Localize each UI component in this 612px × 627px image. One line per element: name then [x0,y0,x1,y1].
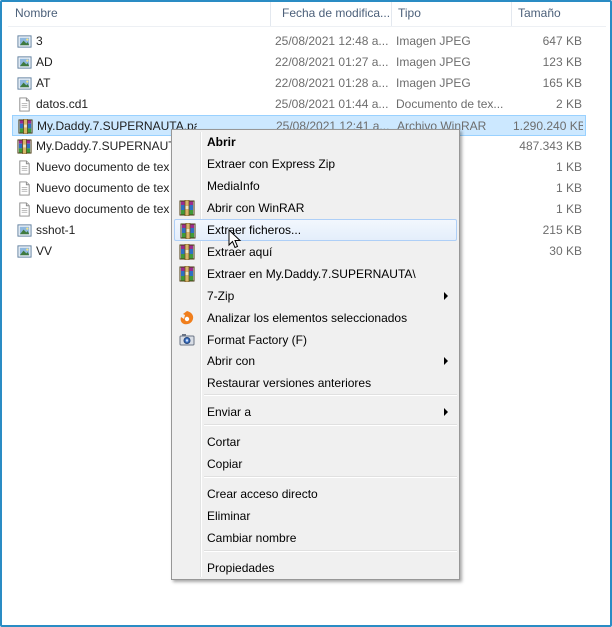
file-row[interactable]: datos.cd1 25/08/2021 01:44 a... Documento … [12,94,586,115]
file-date: 22/08/2021 01:28 a... [275,76,389,90]
file-row[interactable]: AD 22/08/2021 01:27 a... Imagen JPEG 123 KB [12,52,586,73]
file-name: AT [36,76,51,90]
winrar-file-icon [18,118,33,135]
menu-item-extraer-aqui[interactable]: Extraer aquí [174,241,457,263]
menu-item-label: Extraer en My.Daddy.7.SUPERNAUTA\ [207,267,416,281]
menu-item-label: Cambiar nombre [207,531,297,545]
file-size: 1.290.240 KB [513,119,583,133]
menu-item-copiar[interactable]: Copiar [174,453,457,475]
column-date-header[interactable]: Fecha de modifica... [275,0,391,26]
column-header: Nombre Fecha de modifica... Tipo Tamaño [8,0,606,27]
file-size: 165 KB [542,76,582,90]
menu-separator [204,476,457,478]
menu-item-7-zip[interactable]: 7-Zip [174,285,457,307]
menu-item-abrir[interactable]: Abrir [174,131,457,153]
image-file-icon [17,244,32,259]
file-name: 3 [36,34,43,48]
menu-item-abrir-con[interactable]: Abrir con [174,350,457,372]
image-file-icon [17,223,32,238]
menu-separator [204,394,457,396]
avast-icon [179,310,195,326]
menu-item-enviar-a[interactable]: Enviar a [174,401,457,423]
text-file-icon [17,181,32,196]
menu-item-format-factory-f[interactable]: Format Factory (F) [174,329,457,351]
menu-item-cambiar-nombre[interactable]: Cambiar nombre [174,527,457,549]
submenu-arrow-icon [444,408,448,416]
file-type: Imagen JPEG [396,55,471,69]
menu-item-label: Crear acceso directo [207,487,318,501]
menu-item-eliminar[interactable]: Eliminar [174,505,457,527]
winrar-icon [179,199,195,217]
menu-item-label: Copiar [207,457,243,471]
file-type: Documento de tex... [396,97,504,111]
menu-item-label: Restaurar versiones anteriores [207,376,372,390]
winrar-file-icon [17,138,32,155]
file-date: 25/08/2021 01:44 a... [275,97,389,111]
file-type: Imagen JPEG [396,76,471,90]
file-size: 1 KB [555,202,582,216]
menu-item-abrir-con-winrar[interactable]: Abrir con WinRAR [174,197,457,219]
context-menu: Abrir Extraer con Express Zip MediaInfo Ab… [171,129,460,580]
image-file-icon [17,34,32,49]
menu-item-analizar-los-elementos-seleccionados[interactable]: Analizar los elementos seleccionados [174,307,457,329]
column-divider[interactable] [270,0,271,26]
menu-item-extraer-ficheros[interactable]: Extraer ficheros... [174,219,457,241]
image-file-icon [17,76,32,91]
mouse-cursor-icon [228,229,242,249]
winrar-icon [179,265,195,283]
menu-item-label: Extraer ficheros... [207,223,302,237]
menu-item-extraer-en-my-daddy-7-supernauta[interactable]: Extraer en My.Daddy.7.SUPERNAUTA\ [174,263,457,285]
menu-item-label: Abrir con [207,354,256,368]
file-type: Imagen JPEG [396,34,471,48]
image-file-icon [17,55,32,70]
menu-item-mediainfo[interactable]: MediaInfo [174,175,457,197]
menu-item-label: MediaInfo [207,179,260,193]
menu-item-restaurar-versiones-anteriores[interactable]: Restaurar versiones anteriores [174,372,457,394]
menu-item-label: Abrir [207,135,236,149]
menu-item-propiedades[interactable]: Propiedades [174,557,457,579]
column-type-header[interactable]: Tipo [391,0,511,26]
file-size: 2 KB [555,97,582,111]
file-size: 487.343 KB [519,139,582,153]
column-size-header[interactable]: Tamaño [511,0,601,26]
submenu-arrow-icon [444,357,448,365]
file-size: 215 KB [542,223,582,237]
menu-item-label: Extraer con Express Zip [207,157,336,171]
menu-item-label: Analizar los elementos seleccionados [207,311,408,325]
format-factory-icon [179,332,195,348]
text-file-icon [17,202,32,217]
winrar-icon [180,222,196,240]
menu-item-cortar[interactable]: Cortar [174,431,457,453]
file-date: 22/08/2021 01:27 a... [275,55,389,69]
menu-item-label: Eliminar [207,509,251,523]
menu-separator [204,550,457,552]
submenu-arrow-icon [444,292,448,300]
menu-item-label: Propiedades [207,561,275,575]
file-size: 1 KB [555,160,582,174]
menu-item-label: Enviar a [207,405,252,419]
file-name: AD [36,55,53,69]
file-size: 123 KB [542,55,582,69]
menu-item-extraer-con-express-zip[interactable]: Extraer con Express Zip [174,153,457,175]
menu-separator [204,424,457,426]
menu-item-label: Abrir con WinRAR [207,201,305,215]
text-file-icon [17,160,32,175]
file-name: datos.cd1 [36,97,89,111]
winrar-icon [179,243,195,261]
menu-item-crear-acceso-directo[interactable]: Crear acceso directo [174,483,457,505]
column-name-header[interactable]: Nombre [8,0,270,26]
file-row[interactable]: 3 25/08/2021 12:48 a... Imagen JPEG 647 KB [12,31,586,52]
menu-item-label: Format Factory (F) [207,333,308,347]
file-size: 1 KB [555,181,582,195]
file-row[interactable]: AT 22/08/2021 01:28 a... Imagen JPEG 165 KB [12,73,586,94]
menu-item-label: Cortar [207,435,241,449]
header-divider [8,26,606,27]
file-date: 25/08/2021 12:48 a... [275,34,389,48]
menu-item-label: 7-Zip [207,289,235,303]
file-size: 30 KB [549,244,582,258]
text-file-icon [17,97,32,112]
file-size: 647 KB [542,34,582,48]
